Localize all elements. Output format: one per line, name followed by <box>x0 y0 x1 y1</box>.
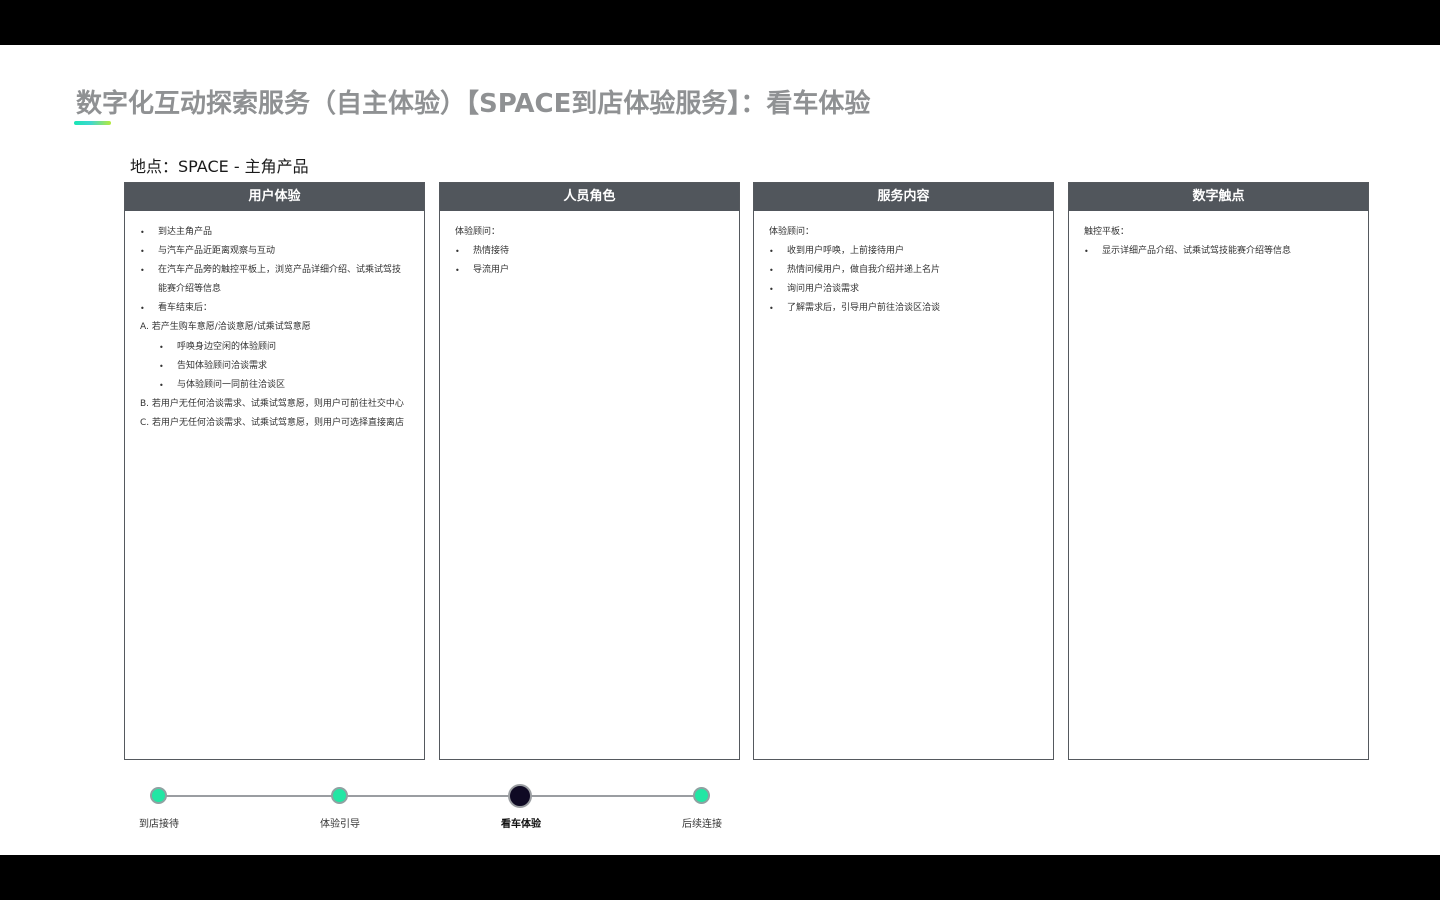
text-line: A. 若产生购车意愿/洽谈意愿/试乘试驾意愿 <box>140 322 311 333</box>
text-line: B. 若用户无任何洽谈需求、试乘试驾意愿，则用户可前往社交中心 <box>140 398 404 409</box>
title-accent-bar <box>74 121 111 125</box>
page-title: 数字化互动探索服务（自主体验）【SPACE到店体验服务】：看车体验 <box>76 89 871 119</box>
timeline-label-arrival[interactable]: 到店接待 <box>139 815 179 830</box>
timeline-node-guidance[interactable] <box>331 787 348 804</box>
list-item: 告知体验顾问洽谈需求 <box>139 357 410 376</box>
list-item: 到达主角产品 <box>139 223 410 242</box>
timeline-node-car-viewing[interactable] <box>508 784 532 808</box>
list-item: 看车结束后： <box>139 299 410 318</box>
list-item: 与体验顾问一同前往洽谈区 <box>139 376 410 395</box>
text-line: 触控平板： <box>1084 227 1130 237</box>
list-item: 在汽车产品旁的触控平板上，浏览产品详细介绍、试乘试驾技 <box>139 261 410 280</box>
column-header: 人员角色 <box>440 183 739 211</box>
column-body: 到达主角产品与汽车产品近距离观察与互动在汽车产品旁的触控平板上，浏览产品详细介绍… <box>125 211 424 433</box>
timeline-track <box>158 795 702 797</box>
text-line: 体验顾问： <box>455 227 501 237</box>
list-item: 导流用户 <box>454 261 725 280</box>
column-service-content: 服务内容 体验顾问： 收到用户呼唤，上前接待用户热情问候用户，做自我介绍并递上名片… <box>753 182 1054 760</box>
timeline-label-guidance[interactable]: 体验引导 <box>320 815 360 830</box>
list-item: 热情问候用户，做自我介绍并递上名片 <box>768 261 1039 280</box>
column-body: 体验顾问： 热情接待导流用户 <box>440 211 739 280</box>
column-user-experience: 用户体验 到达主角产品与汽车产品近距离观察与互动在汽车产品旁的触控平板上，浏览产… <box>124 182 425 760</box>
list-item: 热情接待 <box>454 242 725 261</box>
column-body: 触控平板： 显示详细产品介绍、试乘试驾技能赛介绍等信息 <box>1069 211 1368 261</box>
text-line: C. 若用户无任何洽谈需求、试乘试驾意愿，则用户可选择直接离店 <box>140 417 405 428</box>
timeline-label-follow-up[interactable]: 后续连接 <box>682 815 722 830</box>
text-line: 体验顾问： <box>769 227 815 237</box>
slide: 数字化互动探索服务（自主体验）【SPACE到店体验服务】：看车体验 地点：SPA… <box>0 45 1440 855</box>
list-item: 显示详细产品介绍、试乘试驾技能赛介绍等信息 <box>1083 242 1354 261</box>
location-label: 地点：SPACE - 主角产品 <box>130 157 309 176</box>
list-item: 与汽车产品近距离观察与互动 <box>139 242 410 261</box>
timeline-node-arrival[interactable] <box>150 787 167 804</box>
timeline-node-follow-up[interactable] <box>693 787 710 804</box>
column-header: 用户体验 <box>125 183 424 211</box>
list-item: 收到用户呼唤，上前接待用户 <box>768 242 1039 261</box>
column-digital-touchpoints: 数字触点 触控平板： 显示详细产品介绍、试乘试驾技能赛介绍等信息 <box>1068 182 1369 760</box>
column-staff-roles: 人员角色 体验顾问： 热情接待导流用户 <box>439 182 740 760</box>
timeline-label-car-viewing[interactable]: 看车体验 <box>501 815 541 830</box>
list-item: 询问用户洽谈需求 <box>768 280 1039 299</box>
column-body: 体验顾问： 收到用户呼唤，上前接待用户热情问候用户，做自我介绍并递上名片询问用户洽… <box>754 211 1053 319</box>
list-item: 呼唤身边空闲的体验顾问 <box>139 338 410 357</box>
column-header: 数字触点 <box>1069 183 1368 211</box>
column-header: 服务内容 <box>754 183 1053 211</box>
list-item: 了解需求后，引导用户前往洽谈区洽谈 <box>768 299 1039 318</box>
text-line: 能赛介绍等信息 <box>158 284 222 295</box>
